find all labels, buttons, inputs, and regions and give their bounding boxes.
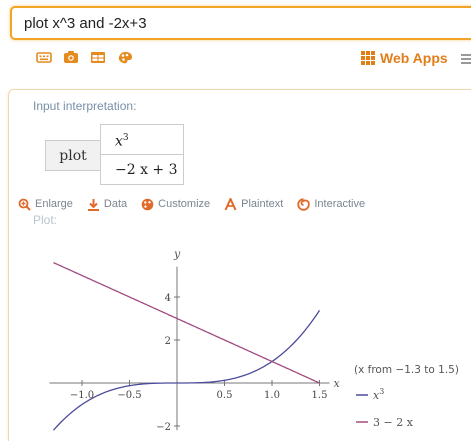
camera-icon[interactable]: [63, 50, 79, 64]
search-input[interactable]: plot x^3 and -2x+3: [24, 15, 147, 32]
swirl-icon: [297, 197, 311, 211]
grid-icon: [361, 51, 375, 65]
function-linear-cell: −2 x + 3: [100, 154, 184, 185]
function-x-cubed-exponent: 3: [122, 133, 129, 143]
text-a-icon: [224, 197, 237, 210]
plaintext-label: Plaintext: [241, 198, 284, 210]
interactive-button[interactable]: Interactive: [297, 197, 366, 211]
customize-label: Customize: [158, 198, 211, 210]
magnify-icon: [18, 198, 31, 211]
x-range-note: (x from −1.3 to 1.5): [354, 364, 459, 376]
pod-actions-bar: Enlarge Data Customize Plaintext Interac…: [18, 197, 379, 211]
x-axis-label: x: [334, 377, 341, 390]
plaintext-button[interactable]: Plaintext: [224, 197, 284, 211]
table-icon[interactable]: [90, 50, 106, 64]
data-button[interactable]: Data: [87, 198, 127, 211]
legend-label-1: x3: [373, 387, 384, 402]
series-line-2: [53, 262, 320, 384]
plot-title: Plot:: [33, 215, 57, 227]
palette-icon[interactable]: [117, 50, 133, 64]
download-icon: [87, 198, 99, 211]
y-axis-label: y: [173, 248, 181, 261]
x-tick-label: 1.0: [264, 390, 280, 401]
palette-icon: [141, 198, 154, 210]
x-tick-label: 0.5: [217, 390, 233, 401]
y-tick-label: −2: [156, 422, 171, 433]
interactive-label: Interactive: [314, 198, 366, 210]
plot-command-cell: plot: [45, 140, 101, 171]
plot-area: Plot: xy −1.0 −0.5 0.5 1.0 1.5 −2 2 4 (x from −…: [0, 213, 471, 441]
x-tick-label: 1.5: [312, 390, 328, 401]
web-apps-label: Web Apps: [380, 50, 448, 66]
series-line-1: [53, 310, 321, 431]
enlarge-label: Enlarge: [35, 198, 73, 210]
legend-label-2: 3 − 2 x: [373, 416, 414, 429]
keyboard-icon[interactable]: [36, 50, 52, 64]
x-tick-label: −0.5: [117, 390, 141, 401]
plot-chart: Plot: xy −1.0 −0.5 0.5 1.0 1.5−224 (x from −…: [33, 213, 459, 433]
plot-series: [53, 262, 321, 431]
plot-legend: (x from −1.3 to 1.5) x3 3 − 2 x: [354, 364, 459, 429]
function-x-cubed-base: x: [115, 133, 123, 150]
input-interpretation-title: Input interpretation:: [33, 99, 137, 113]
search-bar[interactable]: plot x^3 and -2x+3: [10, 6, 471, 40]
function-x-cubed-cell: x3: [100, 124, 184, 155]
y-tick-label: 2: [165, 336, 171, 347]
enlarge-button[interactable]: Enlarge: [18, 198, 73, 211]
y-tick-label: 4: [165, 293, 171, 304]
customize-button[interactable]: Customize: [141, 198, 210, 211]
menu-icon[interactable]: [461, 52, 471, 70]
web-apps-button[interactable]: Web Apps: [361, 50, 448, 66]
plot-ticks: −1.0 −0.5 0.5 1.0 1.5−224: [70, 293, 328, 433]
data-label: Data: [103, 198, 128, 210]
